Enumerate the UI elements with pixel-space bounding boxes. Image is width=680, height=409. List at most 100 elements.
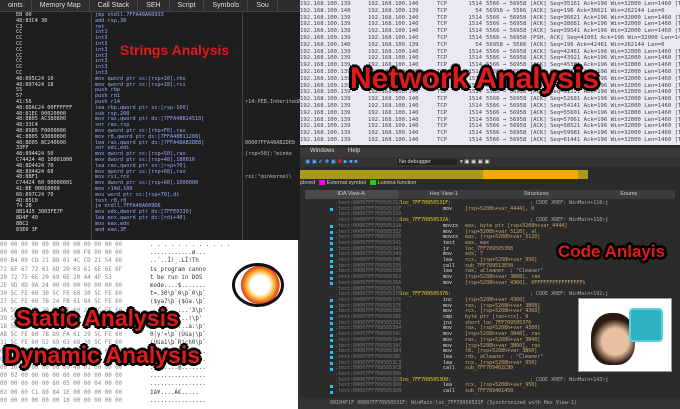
portrait-image: [578, 298, 672, 372]
debugger-tab-bar: oints Memory Map Call Stack SEH Script Symbol…: [0, 0, 300, 12]
menu-windows[interactable]: Windows: [310, 148, 334, 154]
mnemonic: call: [443, 388, 456, 395]
disassembly-row[interactable]: 83E0 3F and eax,3F: [0, 226, 300, 234]
breakpoint-dot: [330, 322, 333, 326]
hex-bytes: 2E 0D 0D 0A 24 00 00 00 00 00 00 00: [0, 283, 123, 289]
legend-swatch: [369, 180, 376, 186]
destination: 192.168.100.140: [368, 137, 419, 143]
hex-row: 00 00 00 00 00 00 00 00 00 00 00 00 . . .…: [0, 241, 230, 249]
breakpoint-dot: [330, 327, 333, 331]
protocol: TCP: [437, 137, 448, 143]
breakpoint-dot: [330, 253, 333, 257]
navigation-band-highlight: [483, 170, 578, 179]
debugger-tab[interactable]: Script: [170, 0, 205, 11]
nav-legend: plored External symbol Lumina function: [300, 180, 680, 188]
dragon-logo-icon: [232, 263, 284, 307]
hex-bytes: 00 02 00 00 06 00 00 00 00 00 00 00: [0, 373, 123, 380]
length: 1514: [468, 137, 482, 143]
breakpoint-dot: [330, 367, 333, 371]
ascii: 1á¥....Á€.....: [150, 389, 199, 396]
hex-bytes: 00 00 00 00 00 00 10 00 00 00 00 00: [0, 397, 123, 404]
tab-ida-view-a[interactable]: IDA View-A: [305, 190, 398, 199]
debugger-tab[interactable]: SEH: [138, 0, 170, 11]
breakpoint-dot: [330, 270, 333, 274]
breakpoint-dot: [330, 231, 333, 234]
ida-menu-bar: Windows Help: [300, 148, 680, 157]
breakpoint-dot: [330, 225, 333, 229]
ascii: 0(y'«\þ`(Ùúa)\þ`: [150, 332, 206, 339]
breakpoint-dot: [330, 310, 333, 314]
breakpoint-dot: [330, 265, 333, 269]
ascii: ................: [150, 397, 206, 404]
debugger-panel: oints Memory Map Call Stack SEH Script Symbol…: [0, 0, 300, 240]
network-analysis-label: Network Analysis: [350, 62, 599, 95]
packet-row[interactable]: 192.168.100.139 192.168.100.140 TCP 1514 556…: [300, 137, 680, 144]
hex-row: 00 00 00 00 00 00 10 00 00 00 00 00.....…: [0, 397, 206, 405]
tab-structures[interactable]: Structures: [490, 190, 583, 199]
code-analysis-label: Code Anlayis: [558, 242, 666, 261]
address: .text:00007FF7095053D8: [335, 388, 402, 395]
breakpoint-dot: [330, 305, 333, 309]
breakpoint-dot: [330, 345, 333, 348]
ascii: ................: [150, 373, 206, 380]
breakpoint-dot: [330, 282, 333, 286]
breakpoint-dot: [330, 390, 333, 394]
hex-row: 20 72 75 6E 20 69 6E 20 44 4F 53 t be run…: [0, 274, 202, 282]
hex-row: 30 5C FE 60 30 5C FE 60 30 5C FE 60 t=.30…: [0, 290, 206, 298]
breakpoint-dot: [330, 276, 333, 280]
toolbar-icons[interactable]: ▣ ▣ ✔ ✚ ▣ ✖ ▶ ■ ■: [305, 159, 358, 165]
debugger-tab[interactable]: Sou: [248, 0, 278, 11]
hex-bytes: 00 00 00 00 00 00 00 00 F8 00 00 00: [0, 250, 123, 257]
ascii: t be run in DOS: [150, 274, 203, 281]
debugger-tab[interactable]: oints: [0, 0, 32, 11]
menu-help[interactable]: Help: [348, 148, 360, 154]
hex-bytes: 30 5C FE 60 30 5C FE 60 30 5C FE 60: [0, 291, 123, 298]
tab-hex-view[interactable]: Hex View-1: [398, 190, 491, 199]
breakpoint-dot: [330, 208, 333, 212]
hex-row: 00 02 00 00 06 00 00 00 00 00 00 00.....…: [0, 372, 206, 380]
breakpoint-dot: [330, 242, 333, 246]
dropdown-arrow-icon[interactable]: ▾ ▣ ▣ ▣ ▣: [460, 159, 490, 165]
breakpoint-dot: [330, 384, 333, 388]
hex-row: 2E 0D 0D 0A 24 00 00 00 00 00 00 00 mode.…: [0, 282, 206, 290]
hex-bytes: AB 5C FE 60 7B D9 FA 61 29 5C FE 60: [0, 332, 123, 339]
tab-enums[interactable]: Enums: [583, 190, 676, 199]
legend-external-symbol: External symbol: [326, 180, 366, 186]
instruction: and eax,3F: [95, 226, 127, 233]
breakpoint-dot: [330, 259, 333, 263]
ida-row[interactable]: .text:00007FF7095053D8 call sub_7FF7094014…: [300, 388, 680, 395]
legend-lumina: Lumina function: [377, 180, 417, 186]
ascii: t=.30\þ`0\þ`0\þ`: [150, 291, 206, 298]
debugger-tab[interactable]: Memory Map: [32, 0, 90, 11]
ascii: ..´..Í!¸.LÍ!Th: [150, 258, 199, 265]
breakpoint-dot: [330, 350, 333, 354]
dynamic-analysis-label: Dynamic Analysis: [4, 342, 201, 368]
hex-row: 00 00 00 00 00 60 05 00 00 04 00 00.....…: [0, 380, 206, 388]
ida-toolbar: ▣ ▣ ✔ ✚ ▣ ✖ ▶ ■ ■ No debugger ▾ ▣ ▣ ▣ ▣: [300, 157, 680, 167]
source: 192.168.100.139: [300, 137, 351, 143]
strings-analysis-label: Strings Analysis: [120, 42, 230, 58]
hex-bytes: 00 B4 09 CD 21 B8 01 4C CD 21 54 68: [0, 258, 123, 265]
debugger-tab[interactable]: Call Stack: [90, 0, 139, 11]
legend-swatch: [318, 180, 325, 186]
hex-bytes: 72 6F 67 72 61 6D 20 63 61 6E 6E 6F: [0, 266, 123, 273]
hex-row: 00 B4 09 CD 21 B8 01 4C CD 21 54 68 ..´..…: [0, 257, 199, 265]
debugger-select[interactable]: No debugger: [397, 159, 457, 165]
debugger-tab[interactable]: Symbols: [204, 0, 249, 11]
hex-bytes: 02 00 60 C1 80 84 1E 00 00 00 00 00: [0, 389, 123, 396]
static-analysis-label: Static Analysis: [16, 305, 179, 331]
breakpoint-dot: [330, 362, 333, 366]
ascii: ................: [150, 381, 206, 388]
hex-row: 02 00 60 C1 80 84 1E 00 00 00 00 00 1á¥..…: [0, 389, 199, 397]
hex-bytes: 20 72 75 6E 20 69 6E 20 44 4F 53: [0, 274, 112, 281]
hex-bytes: 00 00 00 00 00 60 05 00 00 04 00 00: [0, 381, 123, 388]
ascii: ............ø...: [150, 250, 206, 257]
breakpoint-dot: [330, 236, 333, 240]
bytes: 83E0 3F: [16, 226, 38, 233]
legend-explored: plored: [300, 180, 316, 186]
hex-row: AB 5C FE 60 7B D9 FA 61 29 5C FE 60 0(y'«…: [0, 331, 206, 339]
ascii: is program canno: [150, 266, 206, 273]
hex-bytes: 00 00 00 00 00 00 00 00 00 00 00 00: [0, 242, 123, 248]
ascii: . . . . . . . . . . . .: [150, 242, 231, 248]
ida-tab-bar: IDA View-A Hex View-1 Structures Enums: [305, 190, 675, 199]
